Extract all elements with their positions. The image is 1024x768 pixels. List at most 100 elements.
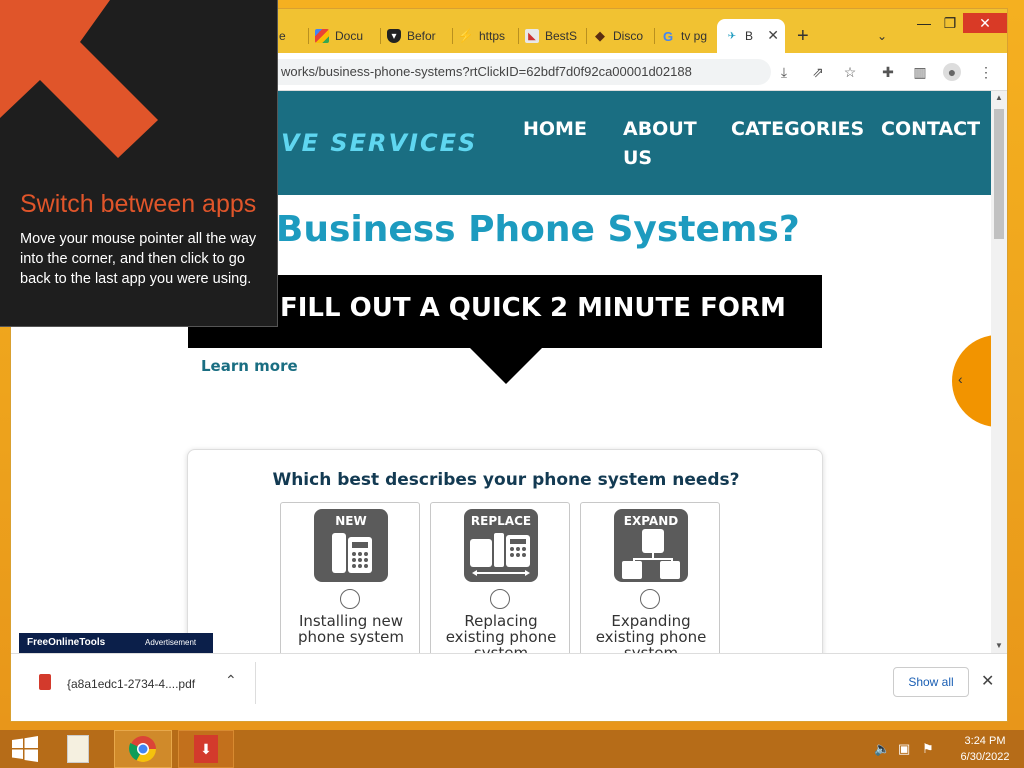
nav-about[interactable]: ABOUT US	[623, 115, 697, 173]
label-line: Expanding	[611, 612, 691, 630]
action-center-icon[interactable]: ⚑	[922, 741, 934, 757]
tab-3[interactable]: ▾ Befor	[381, 21, 453, 51]
diamond-icon: ◆	[595, 28, 605, 43]
banner-arrow	[470, 348, 542, 384]
label-line: system	[473, 644, 529, 653]
system-clock[interactable]: 3:24 PM 6/30/2022	[950, 733, 1020, 765]
page-headline: l Business Phone Systems?	[251, 209, 800, 250]
form-banner-text: FILL OUT A QUICK 2 MINUTE FORM	[280, 293, 786, 323]
close-icon: ✕	[979, 14, 991, 31]
label-line: existing phone	[595, 628, 707, 646]
clock-time: 3:24 PM	[964, 735, 1006, 747]
nav-home[interactable]: HOME	[523, 115, 587, 144]
windows-logo-icon	[12, 736, 38, 762]
form-question: Which best describes your phone system n…	[272, 470, 740, 490]
label-line: existing phone	[445, 628, 557, 646]
bookmark-star-icon[interactable]: ☆	[841, 63, 859, 81]
document-icon	[67, 735, 89, 763]
corner-arrow-icon	[0, 0, 158, 158]
pdf-file-icon	[39, 674, 51, 690]
close-tab-icon[interactable]: ✕	[767, 27, 779, 44]
radio-expand[interactable]	[640, 589, 660, 609]
tab-6[interactable]: ◆ Disco	[587, 21, 655, 51]
bolt-icon: ⚡	[457, 28, 475, 43]
taskbar-file-explorer[interactable]	[56, 730, 100, 768]
site-icon: ✈	[727, 30, 737, 42]
extensions-icon[interactable]: ✚	[879, 63, 897, 81]
tip-body: Move your mouse pointer all the way into…	[20, 231, 257, 287]
form-banner: FILL OUT A QUICK 2 MINUTE FORM	[188, 275, 822, 348]
tab-2[interactable]: Docu	[309, 21, 381, 51]
site-icon: ◣	[525, 29, 539, 43]
volume-muted-icon[interactable]: 🔈	[874, 741, 890, 757]
tab-title: tv pg	[681, 29, 708, 43]
google-docs-icon	[315, 29, 329, 43]
label-line: Replacing	[464, 612, 538, 630]
tab-1[interactable]: e	[279, 21, 309, 51]
tab-title: B	[745, 29, 754, 43]
taskbar: ⬇ 🔈 ▣ ⚑ 3:24 PM 6/30/2022	[0, 730, 1024, 768]
url-text: works/business-phone-systems?rtClickID=6…	[281, 64, 692, 79]
menu-dots-icon[interactable]: ⋮	[977, 63, 995, 81]
replace-phone-icon: REPLACE	[464, 509, 538, 582]
side-panel-icon[interactable]: ▥	[911, 63, 929, 81]
chevron-left-icon: ‹	[958, 371, 963, 387]
download-bar: {a8a1edc1-2734-4....pdf ⌃ Show all ✕	[11, 653, 1007, 721]
tab-title: https	[479, 29, 506, 43]
option-replace[interactable]: REPLACE Replacing existing phone system	[430, 502, 570, 653]
learn-more-link[interactable]: Learn more	[201, 357, 298, 375]
tab-7[interactable]: G tv pg	[655, 21, 717, 51]
google-icon: G	[662, 28, 674, 44]
tab-search-button[interactable]: ⌄	[877, 21, 897, 51]
nav-about-line1: ABOUT	[623, 118, 697, 140]
tab-5[interactable]: ◣ BestS	[519, 21, 587, 51]
radio-replace[interactable]	[490, 589, 510, 609]
taskbar-chrome[interactable]	[114, 730, 172, 768]
download-icon[interactable]: ⤓	[775, 63, 793, 81]
radio-new[interactable]	[340, 589, 360, 609]
scroll-down-icon[interactable]: ▼	[995, 641, 1003, 650]
tab-title: Befor	[407, 29, 436, 43]
chevron-up-icon[interactable]: ⌃	[225, 672, 237, 689]
chevron-down-icon: ⌄	[877, 29, 888, 43]
start-button[interactable]	[0, 730, 50, 768]
close-window-button[interactable]: ✕	[963, 13, 1007, 33]
side-tab-button[interactable]: ‹	[952, 335, 991, 427]
tab-title: BestS	[545, 29, 578, 43]
show-all-button[interactable]: Show all	[893, 667, 969, 697]
maximize-button[interactable]: ❐	[935, 13, 965, 33]
tab-4[interactable]: ⚡ https	[453, 21, 519, 51]
nav-categories[interactable]: CATEGORIES	[731, 115, 864, 144]
close-download-bar-icon[interactable]: ✕	[981, 671, 994, 691]
scroll-thumb[interactable]	[994, 109, 1004, 239]
expand-phone-icon: EXPAND	[614, 509, 688, 582]
restore-icon: ❐	[943, 14, 957, 31]
network-icon[interactable]: ▣	[898, 741, 910, 757]
chrome-icon	[129, 736, 157, 763]
scroll-up-icon[interactable]: ▲	[995, 93, 1003, 102]
nav-contact[interactable]: CONTACT	[881, 115, 980, 144]
new-tab-button[interactable]: +	[797, 21, 821, 51]
taskbar-pdf-reader[interactable]: ⬇	[178, 730, 234, 768]
option-label: Installing new phone system	[281, 613, 421, 645]
profile-avatar-icon[interactable]: ●	[943, 63, 961, 81]
page-scrollbar[interactable]: ▲ ▼	[991, 91, 1007, 653]
plus-icon: +	[797, 24, 809, 47]
ad-brand: FreeOnlineTools	[27, 637, 106, 648]
tab-active[interactable]: ✈ B ✕	[717, 19, 785, 53]
pdf-app-icon: ⬇	[194, 735, 218, 763]
clock-date: 6/30/2022	[960, 751, 1010, 763]
minimize-icon: —	[917, 15, 931, 31]
tab-title: e	[279, 29, 286, 43]
download-item[interactable]: {a8a1edc1-2734-4....pdf	[67, 677, 195, 691]
share-icon[interactable]: ⇗	[809, 63, 827, 81]
tab-title: Disco	[613, 29, 644, 43]
tip-title: Switch between apps	[20, 190, 257, 218]
label-line: system	[623, 644, 679, 653]
option-expand[interactable]: EXPAND Expanding existing phone system	[580, 502, 720, 653]
site-logo[interactable]: VE SERVICES	[281, 129, 477, 157]
option-label: Replacing existing phone system	[431, 613, 571, 653]
divider	[255, 662, 256, 704]
option-new[interactable]: NEW Installing new phone system	[280, 502, 420, 653]
ad-banner[interactable]: FreeOnlineTools Advertisement	[19, 633, 213, 653]
